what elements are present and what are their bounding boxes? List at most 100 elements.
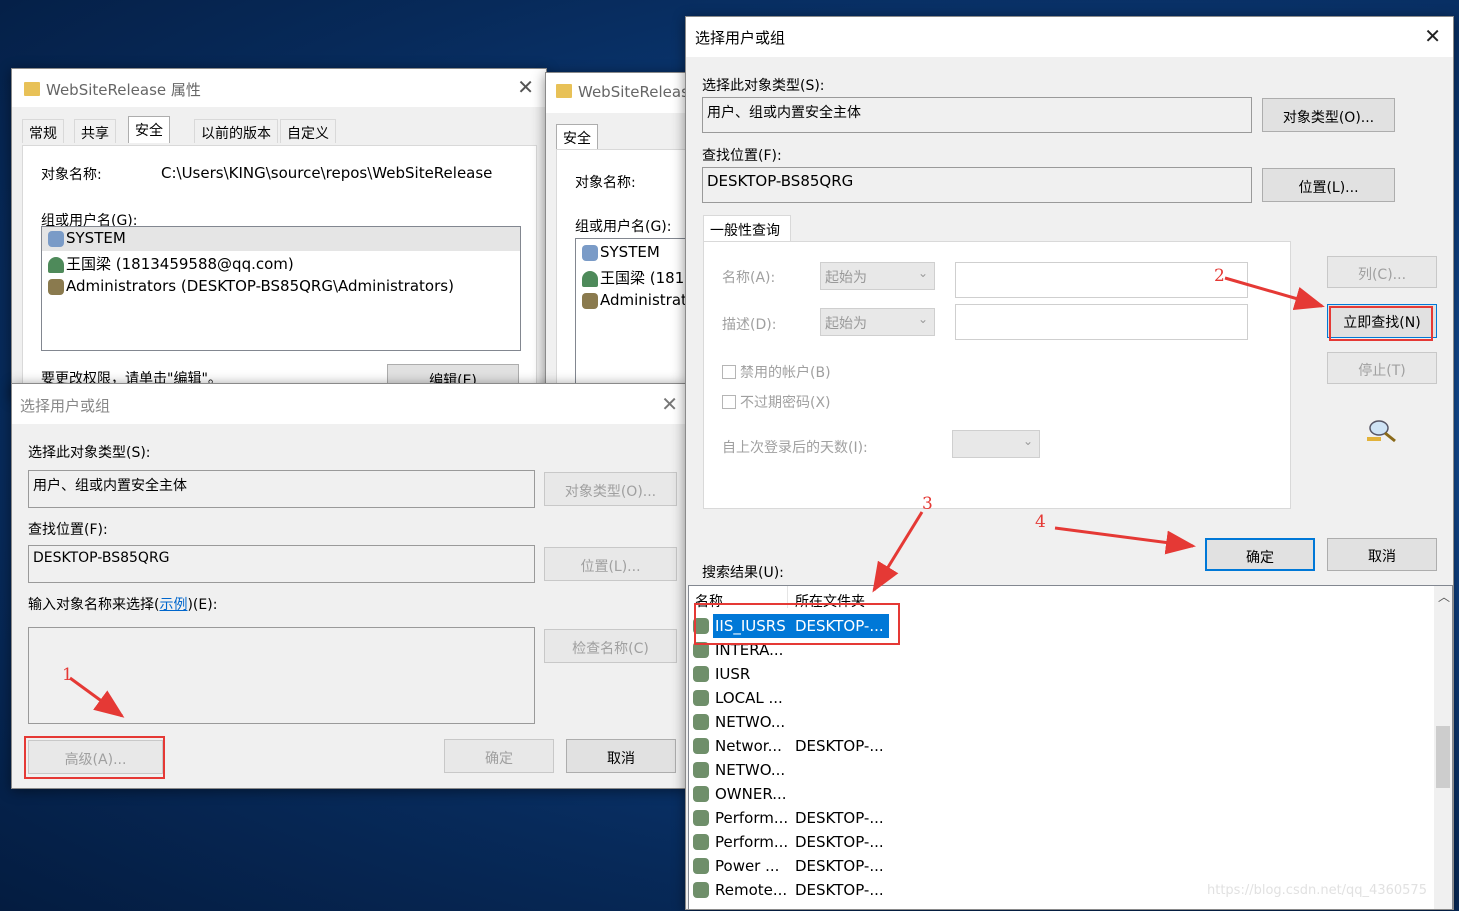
annotation-number-4: 4 <box>1035 512 1046 532</box>
properties-window: WebSiteRelease 属性 ✕ 常规 共享 安全 以前的版本 自定义 对… <box>11 68 547 398</box>
ok-button[interactable]: 确定 <box>1205 538 1315 571</box>
tab-sharing[interactable]: 共享 <box>74 119 116 143</box>
close-icon[interactable]: ✕ <box>517 77 534 97</box>
cancel-button[interactable]: 取消 <box>1327 538 1437 571</box>
vertical-scrollbar[interactable]: ︿ <box>1434 586 1452 909</box>
stop-button[interactable]: 停止(T) <box>1327 352 1437 384</box>
result-row[interactable]: OWNER... <box>693 782 1433 806</box>
scrollbar-thumb[interactable] <box>1436 726 1450 788</box>
list-item[interactable]: SYSTEM <box>582 243 660 261</box>
users-group-icon <box>582 244 598 261</box>
locations-button[interactable]: 位置(L)... <box>544 547 677 581</box>
list-item[interactable]: Administrat <box>582 291 687 309</box>
result-folder: DESKTOP-... <box>795 809 884 827</box>
result-name: Remote... <box>715 881 788 899</box>
result-name: NETWO... <box>715 713 786 731</box>
days-since-logon-combo[interactable]: ⌄ <box>952 430 1040 458</box>
user-name: Administrators (DESKTOP-BS85QRG\Administ… <box>66 277 454 295</box>
object-types-button[interactable]: 对象类型(O)... <box>1262 98 1395 132</box>
disabled-accounts-checkbox[interactable]: 禁用的帐户(B) <box>722 362 831 382</box>
name-input[interactable] <box>955 262 1248 298</box>
user-name: SYSTEM <box>600 243 660 261</box>
users-group-icon <box>693 834 709 850</box>
location-label: 查找位置(F): <box>702 148 782 164</box>
name-match-combo[interactable]: 起始为 ⌄ <box>820 262 935 290</box>
tab-strip: 常规 共享 安全 以前的版本 自定义 <box>22 116 542 146</box>
result-row[interactable]: NETWO... <box>693 710 1433 734</box>
columns-button[interactable]: 列(C)... <box>1327 256 1437 288</box>
annotation-number-3: 3 <box>922 494 933 514</box>
result-row[interactable]: LOCAL ... <box>693 686 1433 710</box>
result-row[interactable]: NETWO... <box>693 758 1433 782</box>
location-field: DESKTOP-BS85QRG <box>702 167 1252 203</box>
location-field: DESKTOP-BS85QRG <box>28 545 535 583</box>
object-name-label: 对象名称: <box>41 167 102 183</box>
security-tab-panel: 对象名称: 组或用户名(G): SYSTEM 王国梁 (181 Administ… <box>556 149 704 391</box>
description-match-combo[interactable]: 起始为 ⌄ <box>820 308 935 336</box>
result-row[interactable]: Perform... DESKTOP-... <box>693 830 1433 854</box>
list-item[interactable]: SYSTEM <box>42 227 520 251</box>
users-group-icon <box>693 714 709 730</box>
non-expiring-password-checkbox[interactable]: 不过期密码(X) <box>722 392 831 412</box>
result-name: Perform... <box>715 833 789 851</box>
user-icon <box>48 256 64 273</box>
object-type-field: 用户、组或内置安全主体 <box>702 97 1252 133</box>
result-row[interactable]: IUSR <box>693 662 1433 686</box>
checkbox-icon <box>722 395 736 409</box>
chevron-down-icon: ⌄ <box>1022 434 1033 448</box>
title-bar: 选择用户或组 ✕ <box>12 384 686 424</box>
result-name: IUSR <box>715 665 751 683</box>
annotation-box-find-now <box>1329 306 1433 341</box>
object-type-label: 选择此对象类型(S): <box>28 445 151 461</box>
tab-custom[interactable]: 自定义 <box>280 119 336 143</box>
result-name: Perform... <box>715 809 789 827</box>
chevron-down-icon: ⌄ <box>917 266 928 280</box>
tab-security[interactable]: 安全 <box>128 116 170 143</box>
user-name: 王国梁 (181 <box>600 269 685 287</box>
dialog-title: 选择用户或组 <box>20 397 111 415</box>
users-group-icon <box>693 810 709 826</box>
object-names-input[interactable] <box>28 627 535 724</box>
search-icon <box>1365 417 1399 445</box>
users-group-icon <box>693 858 709 874</box>
folder-icon <box>556 83 572 98</box>
tab-previous-versions[interactable]: 以前的版本 <box>194 119 278 143</box>
user-name: Administrat <box>600 291 687 309</box>
title-bar: WebSiteRelease 属性 ✕ <box>12 69 546 107</box>
ok-button[interactable]: 确定 <box>444 739 554 773</box>
result-folder: DESKTOP-... <box>795 737 884 755</box>
group-label: 组或用户名(G): <box>575 219 672 235</box>
locations-button[interactable]: 位置(L)... <box>1262 168 1395 202</box>
list-item[interactable]: Administrators (DESKTOP-BS85QRG\Administ… <box>48 277 454 295</box>
user-name: 王国梁 (1813459588@qq.com) <box>66 255 294 273</box>
window-title: WebSiteReleas <box>578 83 689 101</box>
result-row[interactable]: Networ... DESKTOP-... <box>693 734 1433 758</box>
result-folder: DESKTOP-... <box>795 881 884 899</box>
tab-common-queries[interactable]: 一般性查询 <box>703 215 791 242</box>
result-name: LOCAL ... <box>715 689 783 707</box>
list-item[interactable]: 王国梁 (181 <box>582 267 684 288</box>
examples-link[interactable]: 示例 <box>159 597 187 613</box>
check-names-button[interactable]: 检查名称(C) <box>544 629 677 663</box>
close-icon[interactable]: ✕ <box>1424 26 1441 46</box>
cancel-button[interactable]: 取消 <box>566 739 676 773</box>
object-name-label: 对象名称: <box>575 175 636 191</box>
result-name: NETWO... <box>715 761 786 779</box>
result-row[interactable]: Power ... DESKTOP-... <box>693 854 1433 878</box>
users-group-icon <box>693 738 709 754</box>
tab-general[interactable]: 常规 <box>22 119 64 143</box>
location-label: 查找位置(F): <box>28 522 108 538</box>
close-icon[interactable]: ✕ <box>661 394 678 414</box>
tab-security[interactable]: 安全 <box>556 124 598 151</box>
description-input[interactable] <box>955 304 1248 340</box>
watermark: https://blog.csdn.net/qq_4360575 <box>1207 883 1427 898</box>
object-types-button[interactable]: 对象类型(O)... <box>544 472 677 506</box>
enter-names-label: 输入对象名称来选择(示例)(E): <box>28 597 218 613</box>
list-item[interactable]: 王国梁 (1813459588@qq.com) <box>48 253 294 274</box>
result-row[interactable]: Perform... DESKTOP-... <box>693 806 1433 830</box>
dialog-title: 选择用户或组 <box>695 29 786 47</box>
user-list[interactable]: SYSTEM 王国梁 (1813459588@qq.com) Administr… <box>41 226 521 351</box>
chevron-up-icon[interactable]: ︿ <box>1438 588 1450 605</box>
object-type-field: 用户、组或内置安全主体 <box>28 470 535 508</box>
folder-icon <box>24 81 40 96</box>
